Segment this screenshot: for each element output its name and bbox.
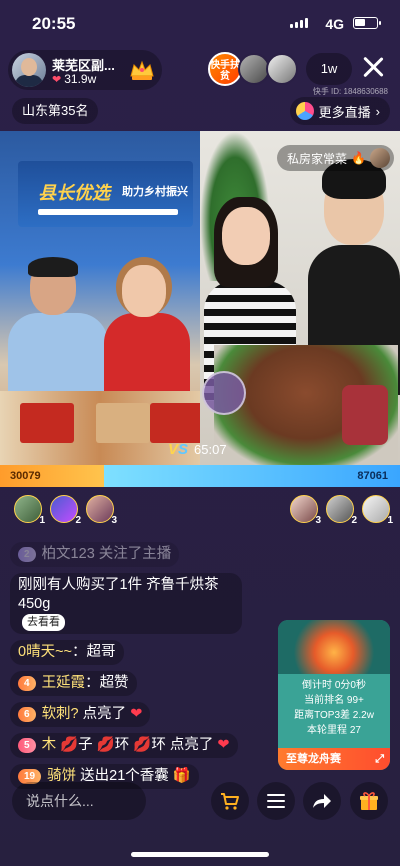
chat-message: 4 王延霞： 超赞 <box>10 671 137 696</box>
shopping-cart-button[interactable] <box>211 782 249 820</box>
host-likes: ❤ 31.9w <box>52 72 96 86</box>
audience-avatar[interactable] <box>266 53 298 85</box>
room-tag[interactable]: 私房家常菜 🔥 <box>277 145 394 171</box>
host-avatar[interactable] <box>12 53 46 87</box>
signal-icon <box>290 18 308 28</box>
card-gap: 距离TOP3差 2.2w <box>294 710 374 721</box>
chat-text: 点亮了 <box>82 706 127 722</box>
network-type: 4G <box>325 16 344 32</box>
contributor-avatar[interactable]: 3 <box>290 495 321 526</box>
level-badge: 2 <box>18 547 36 562</box>
level-badge: 6 <box>18 707 36 722</box>
contributor-avatar[interactable]: 1 <box>14 495 45 526</box>
chat-text: 环 <box>114 737 130 753</box>
gift-ring[interactable] <box>202 371 246 415</box>
left-contributors: 1 2 3 <box>14 495 117 526</box>
chat-nick[interactable]: 柏文123 <box>42 545 95 564</box>
right-stream[interactable]: 私房家常菜 🔥 <box>200 131 400 465</box>
chevron-right-icon: › <box>375 103 380 119</box>
user-id-text: 快手 ID: 1848630688 <box>312 87 388 96</box>
level-badge: 4 <box>18 676 36 691</box>
more-live-icon <box>295 102 314 120</box>
chat-text: 关注了主播 <box>98 546 172 562</box>
close-icon[interactable] <box>362 56 384 78</box>
sachet-icon: 🎁 <box>172 768 191 784</box>
dragon-icon <box>278 620 390 674</box>
banner-subtitle: 助力乡村振兴 <box>122 186 188 198</box>
right-contributors: 3 2 1 <box>290 495 393 526</box>
heart-icon: ❤ <box>217 737 230 753</box>
gift-button[interactable] <box>350 782 388 820</box>
chat-message: 0晴天~~： 超哥 <box>10 640 124 665</box>
chat-message: 2 柏文123 关注了主播 <box>10 542 180 567</box>
level-badge: 5 <box>18 738 36 753</box>
lips-icon: 💋 <box>96 737 115 753</box>
share-button[interactable] <box>303 782 341 820</box>
left-stream[interactable]: 县长优选 助力乡村振兴 <box>0 131 200 465</box>
pk-status: VS 65:07 <box>168 437 227 461</box>
score-right: 87061 <box>104 465 400 487</box>
crown-icon[interactable] <box>128 58 156 82</box>
fire-icon: 🔥 <box>351 151 366 165</box>
more-live-button[interactable]: 更多直播 › <box>289 97 390 125</box>
clock: 20:55 <box>32 14 76 33</box>
dragon-boat-card[interactable]: 倒计时 0分0秒 当前排名 99+ 距离TOP3差 2.2w 本轮里程 27 至… <box>278 620 390 770</box>
pk-video-area[interactable]: 县长优选 助力乡村振兴 私房家常菜 🔥 VS 65:07 <box>0 131 400 465</box>
menu-icon <box>267 794 285 808</box>
chat-nick[interactable]: 木 <box>42 736 57 755</box>
chat-text: 超赞 <box>99 675 129 691</box>
contributor-avatar[interactable]: 2 <box>50 495 81 526</box>
contributor-avatar[interactable]: 1 <box>362 495 393 526</box>
card-rank: 当前排名 99+ <box>304 695 364 706</box>
contributor-avatar[interactable]: 3 <box>86 495 117 526</box>
chat-message: 6 软刺? 点亮了 ❤ <box>10 702 151 727</box>
pk-score-bar: 30079 87061 <box>0 465 400 487</box>
home-indicator[interactable] <box>131 852 269 857</box>
lips-icon: 💋 <box>60 737 79 753</box>
vs-icon: VS <box>168 440 189 458</box>
pk-timer: 65:07 <box>194 441 227 457</box>
contributor-avatar[interactable]: 2 <box>326 495 357 526</box>
host-info[interactable]: 莱芜区副... ❤ 31.9w <box>8 50 162 90</box>
likes-count: 31.9w <box>64 72 97 86</box>
fupin-badge[interactable]: 快手扶贫 <box>208 52 242 86</box>
more-live-label: 更多直播 <box>318 104 371 120</box>
chat-text: 环 点亮了 <box>151 737 214 753</box>
audience-count[interactable]: 1w <box>306 53 352 85</box>
chat-nick[interactable]: 软刺? <box>42 705 79 724</box>
lips-icon: 💋 <box>133 737 152 753</box>
audience-bar: 快手扶贫 1w <box>208 52 352 86</box>
purchase-notice: 刚刚有人购买了1件 齐鲁千烘茶450g 去看看 <box>10 573 242 634</box>
streamer-avatar[interactable] <box>370 148 390 168</box>
cart-icon <box>221 793 239 810</box>
chat-text: 超哥 <box>86 644 116 660</box>
heart-icon: ❤ <box>130 706 143 722</box>
chat-list[interactable]: 2 柏文123 关注了主播 刚刚有人购买了1件 齐鲁千烘茶450g 去看看 0晴… <box>10 542 278 795</box>
card-countdown: 倒计时 0分0秒 <box>302 680 366 691</box>
gift-icon <box>360 792 378 810</box>
region-rank-badge[interactable]: 山东第35名 <box>12 98 99 124</box>
go-look-button[interactable]: 去看看 <box>22 614 65 631</box>
chat-nick[interactable]: 王延霞 <box>42 674 86 693</box>
menu-button[interactable] <box>257 782 295 820</box>
chat-nick[interactable]: 0晴天~~ <box>18 643 72 662</box>
chat-message: 5 木 💋 子 💋 环 💋 环 点亮了 ❤ <box>10 733 238 758</box>
status-bar: 20:55 4G <box>0 0 400 46</box>
comment-input[interactable]: 说点什么... <box>12 782 146 820</box>
banner-title: 县长优选 <box>38 183 110 203</box>
purchase-text: 刚刚有人购买了1件 齐鲁千烘茶450g <box>18 577 219 612</box>
expand-icon: ⤢ <box>375 753 384 765</box>
share-icon <box>313 794 331 808</box>
card-mileage: 本轮里程 27 <box>307 725 361 736</box>
dragon-boat-button-label: 至尊龙舟赛 <box>286 753 341 765</box>
dragon-boat-button[interactable]: 至尊龙舟赛 ⤢ <box>278 748 390 770</box>
card-stats: 倒计时 0分0秒 当前排名 99+ 距离TOP3差 2.2w 本轮里程 27 <box>278 674 390 748</box>
score-left: 30079 <box>0 465 104 487</box>
heart-icon: ❤ <box>52 73 62 86</box>
room-tag-label: 私房家常菜 <box>287 151 348 166</box>
stage-banner: 县长优选 助力乡村振兴 <box>18 161 193 227</box>
chat-text: 子 <box>78 737 93 753</box>
battery-icon <box>353 17 381 29</box>
